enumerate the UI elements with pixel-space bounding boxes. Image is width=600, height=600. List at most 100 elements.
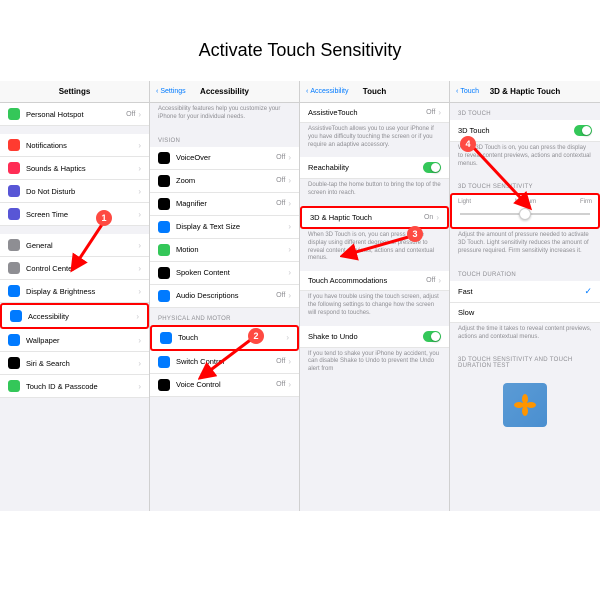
settings-row[interactable]: 3D & Haptic TouchOn›: [300, 206, 449, 229]
row-label: 3D & Haptic Touch: [310, 213, 424, 222]
sensitivity-slider-row: Light Medium Firm: [450, 193, 600, 229]
settings-row[interactable]: General›: [0, 234, 149, 257]
panel-accessibility: ‹ Settings Accessibility Accessibility f…: [150, 81, 300, 511]
header-touch: ‹ Accessibility Touch: [300, 81, 449, 103]
row-icon: [158, 379, 170, 391]
settings-row[interactable]: Touch ID & Passcode›: [0, 375, 149, 398]
toggle-switch[interactable]: [574, 125, 592, 136]
chevron-right-icon: ›: [138, 336, 141, 345]
settings-row[interactable]: AssistiveTouchOff›: [300, 103, 449, 123]
slider[interactable]: [460, 213, 590, 215]
chevron-right-icon: ›: [138, 210, 141, 219]
step-badge-3: 3: [407, 226, 423, 242]
step-badge-1: 1: [96, 210, 112, 226]
header-settings: Settings: [0, 81, 149, 103]
toggle-switch[interactable]: [423, 331, 441, 342]
test-image-row: [450, 372, 600, 438]
duration-option[interactable]: Fast✓: [450, 281, 600, 303]
row-label: Touch ID & Passcode: [26, 382, 138, 391]
panel-settings: Settings Personal HotspotOff› Notificatio…: [0, 81, 150, 511]
chevron-right-icon: ›: [286, 333, 289, 342]
section-sensitivity: 3D TOUCH SENSITIVITY: [450, 176, 600, 193]
settings-row[interactable]: Voice ControlOff›: [150, 374, 299, 397]
chevron-right-icon: ›: [138, 287, 141, 296]
settings-row[interactable]: Notifications›: [0, 134, 149, 157]
settings-row[interactable]: Sounds & Haptics›: [0, 157, 149, 180]
header-title: Accessibility: [200, 87, 249, 96]
section-test: 3D TOUCH SENSITIVITY AND TOUCH DURATION …: [450, 349, 600, 372]
row-label: Spoken Content: [176, 268, 288, 277]
settings-row[interactable]: Touch›: [150, 325, 299, 351]
chevron-right-icon: ›: [288, 245, 291, 254]
row-label: Accessibility: [28, 312, 136, 321]
chevron-right-icon: ›: [138, 110, 141, 119]
chevron-right-icon: ›: [138, 241, 141, 250]
row-label: Zoom: [176, 176, 276, 185]
row-label: Magnifier: [176, 199, 276, 208]
duration-option[interactable]: Slow: [450, 303, 600, 323]
settings-row[interactable]: Siri & Search›: [0, 352, 149, 375]
row-value: On: [424, 214, 433, 221]
back-button[interactable]: ‹ Settings: [156, 88, 186, 95]
chevron-right-icon: ›: [288, 153, 291, 162]
settings-row[interactable]: Display & Text Size›: [150, 216, 299, 239]
back-button[interactable]: ‹ Touch: [456, 88, 479, 95]
row-label: Audio Descriptions: [176, 291, 276, 300]
settings-row[interactable]: Shake to Undo: [300, 326, 449, 348]
chevron-right-icon: ›: [288, 199, 291, 208]
row-value: Off: [276, 358, 285, 365]
flower-test-image[interactable]: [503, 383, 547, 427]
settings-row[interactable]: Do Not Disturb›: [0, 180, 149, 203]
row-icon: [8, 185, 20, 197]
row-icon: [8, 285, 20, 297]
row-icon: [158, 290, 170, 302]
settings-row[interactable]: MagnifierOff›: [150, 193, 299, 216]
settings-row[interactable]: Accessibility›: [0, 303, 149, 329]
row-value: Off: [276, 381, 285, 388]
settings-row[interactable]: Touch AccommodationsOff›: [300, 271, 449, 291]
row-value: Off: [276, 292, 285, 299]
row-hint: Double-tap the home button to bring the …: [300, 179, 449, 206]
settings-row[interactable]: Control Center›: [0, 257, 149, 280]
row-label: Display & Text Size: [176, 222, 288, 231]
settings-row[interactable]: Switch ControlOff›: [150, 351, 299, 374]
row-icon: [8, 139, 20, 151]
header-accessibility: ‹ Settings Accessibility: [150, 81, 299, 103]
duration-hint: Adjust the time it takes to reveal conte…: [450, 323, 600, 350]
settings-row[interactable]: Personal HotspotOff›: [0, 103, 149, 126]
chevron-right-icon: ›: [288, 357, 291, 366]
row-value: Off: [426, 277, 435, 284]
back-button[interactable]: ‹ Accessibility: [306, 88, 348, 95]
row-icon: [158, 267, 170, 279]
settings-row[interactable]: Screen Time›: [0, 203, 149, 226]
header-title: Settings: [59, 87, 91, 96]
chevron-right-icon: ›: [288, 380, 291, 389]
settings-row[interactable]: Display & Brightness›: [0, 280, 149, 303]
chevron-right-icon: ›: [138, 164, 141, 173]
settings-row[interactable]: Reachability: [300, 157, 449, 179]
chevron-right-icon: ›: [438, 108, 441, 117]
section-motor: PHYSICAL AND MOTOR: [150, 308, 299, 325]
page-title: Activate Touch Sensitivity: [0, 0, 600, 81]
row-icon: [8, 208, 20, 220]
settings-row[interactable]: Audio DescriptionsOff›: [150, 285, 299, 308]
chevron-right-icon: ›: [138, 382, 141, 391]
chevron-right-icon: ›: [138, 359, 141, 368]
chevron-right-icon: ›: [138, 264, 141, 273]
chevron-right-icon: ›: [288, 176, 291, 185]
row-label: Reachability: [308, 163, 423, 172]
settings-row[interactable]: Spoken Content›: [150, 262, 299, 285]
row-icon: [158, 175, 170, 187]
checkmark-icon: ✓: [584, 286, 592, 297]
accessibility-hint: Accessibility features help you customiz…: [150, 103, 299, 130]
settings-row[interactable]: ZoomOff›: [150, 170, 299, 193]
row-label: Wallpaper: [26, 336, 138, 345]
settings-row[interactable]: Wallpaper›: [0, 329, 149, 352]
row-icon: [8, 334, 20, 346]
row-label: Do Not Disturb: [26, 187, 138, 196]
row-label: Screen Time: [26, 210, 138, 219]
toggle-switch[interactable]: [423, 162, 441, 173]
settings-row[interactable]: Motion›: [150, 239, 299, 262]
chevron-right-icon: ›: [138, 187, 141, 196]
settings-row[interactable]: VoiceOverOff›: [150, 147, 299, 170]
